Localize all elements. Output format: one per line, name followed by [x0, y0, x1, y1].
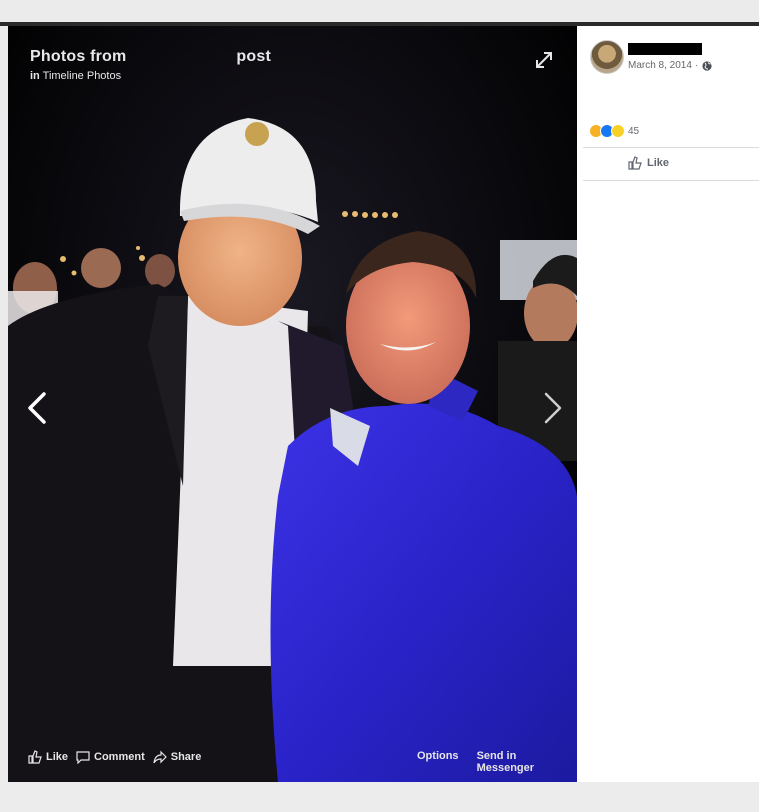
viewer-header: Photos from post in Timeline Photos [30, 48, 271, 82]
chevron-right-icon[interactable] [538, 390, 568, 426]
photo [8, 26, 577, 782]
comment-action[interactable]: Comment [76, 750, 145, 764]
viewer-title-left: Photos from [30, 48, 127, 65]
redacted-name [628, 43, 702, 55]
post-date[interactable]: March 8, 2014 [628, 60, 692, 71]
globe-icon [702, 60, 712, 71]
viewer-title: Photos from post [30, 48, 271, 66]
avatar[interactable] [590, 40, 624, 74]
comment-action-label: Comment [94, 751, 145, 763]
chevron-left-icon[interactable] [22, 390, 52, 426]
share-icon [153, 750, 167, 764]
expand-icon[interactable] [534, 50, 554, 70]
like-button[interactable]: Like [628, 156, 669, 170]
reactions-summary[interactable]: 45 [589, 124, 639, 138]
thumbs-up-icon [28, 750, 42, 764]
divider [583, 147, 759, 148]
share-action-label: Share [170, 751, 202, 763]
wow-reaction-icon [611, 124, 625, 138]
like-action-label: Like [46, 751, 69, 763]
photo-right-actions: Options Send in Messenger [417, 750, 577, 774]
photo-viewer: Photos from post in Timeline Photos Like … [8, 26, 577, 782]
divider [583, 180, 759, 181]
like-button-label: Like [647, 157, 670, 169]
options-link[interactable]: Options [417, 750, 459, 774]
bottom-bar [0, 782, 759, 812]
top-bar [0, 0, 759, 22]
reaction-count: 45 [628, 125, 640, 137]
subtitle-prefix: in [30, 70, 40, 82]
send-in-messenger-link[interactable]: Send in Messenger [477, 750, 559, 774]
comment-icon [76, 751, 90, 764]
timeline-photos-link[interactable]: Timeline Photos [43, 70, 121, 82]
share-action[interactable]: Share [153, 750, 202, 764]
thumbs-up-icon [628, 156, 642, 170]
post-panel: March 8, 2014 · 45 Like [577, 26, 759, 782]
viewer-title-right: post [236, 48, 271, 65]
photo-actions: Like Comment Share [28, 750, 209, 764]
post-meta: March 8, 2014 · [628, 60, 712, 71]
like-action[interactable]: Like [28, 750, 68, 764]
viewer-subtitle: in Timeline Photos [30, 70, 271, 82]
